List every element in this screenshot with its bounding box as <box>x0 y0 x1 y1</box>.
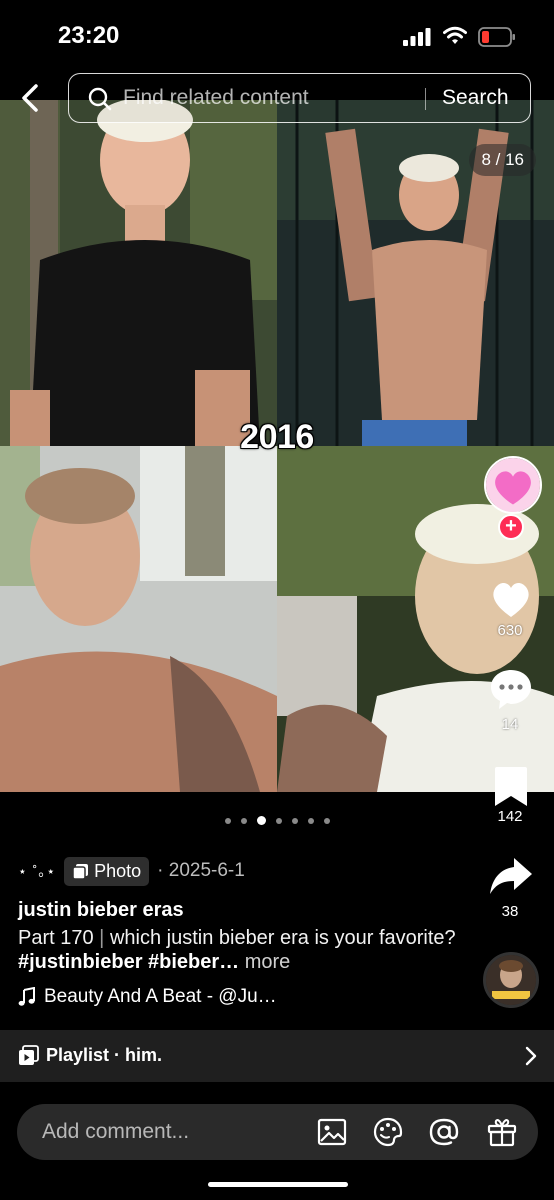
bookmark-button[interactable] <box>488 764 534 810</box>
creator-avatar[interactable] <box>484 456 542 514</box>
comment-bar[interactable]: Add comment... <box>17 1104 538 1160</box>
follow-button[interactable]: + <box>498 514 524 540</box>
gift-icon[interactable] <box>486 1116 518 1148</box>
carousel-dot <box>240 817 247 824</box>
music-title: Beauty And A Beat - @Ju… <box>44 986 277 1007</box>
photo-badge-label: Photo <box>94 860 142 881</box>
like-button[interactable] <box>488 576 534 622</box>
emoji-icon[interactable] <box>372 1116 404 1148</box>
search-icon <box>88 87 112 111</box>
like-count: 630 <box>497 622 523 639</box>
image-icon[interactable] <box>316 1116 348 1148</box>
photo-icon <box>72 863 89 880</box>
mention-icon[interactable] <box>428 1116 460 1148</box>
carousel-dot <box>323 817 330 824</box>
photo-badge[interactable]: Photo <box>64 856 150 886</box>
back-button[interactable] <box>14 80 48 116</box>
post-date: · 2025-6-1 <box>157 860 245 881</box>
music-note-icon <box>18 987 35 1006</box>
caption-part: Part 170 <box>18 927 94 949</box>
music-disc[interactable] <box>483 952 539 1008</box>
home-indicator <box>208 1182 348 1187</box>
collage-photo-top-left <box>0 100 277 446</box>
carousel-dot <box>275 817 282 824</box>
page-counter: 8 / 16 <box>469 144 536 176</box>
author-name[interactable]: justin bieber eras <box>18 899 184 922</box>
comment-button[interactable] <box>488 666 534 712</box>
search-bar[interactable]: Find related content Search <box>68 73 531 123</box>
comment-input[interactable]: Add comment... <box>42 1120 189 1144</box>
carousel-dots <box>0 812 554 826</box>
share-button[interactable] <box>488 854 534 900</box>
search-input[interactable]: Find related content <box>123 86 309 110</box>
status-time: 23:20 <box>58 22 120 49</box>
decoration-text: ⋆ ˚｡⋆ <box>18 863 57 879</box>
carousel-dot <box>224 817 231 824</box>
signal-icon <box>403 28 431 46</box>
caption[interactable]: Part 170 | which justin bieber era is yo… <box>18 926 458 974</box>
more-button[interactable]: more <box>245 951 291 973</box>
caption-separator: | <box>99 927 105 949</box>
carousel-dot <box>291 817 298 824</box>
comment-count: 14 <box>501 716 519 733</box>
caption-hashtags[interactable]: #justinbieber #bieber… <box>18 951 239 973</box>
share-count: 38 <box>501 903 519 920</box>
carousel-dot-active <box>256 816 266 826</box>
avatar-heart-icon <box>486 458 540 512</box>
caption-text: which justin bieber era is your favorite… <box>109 927 456 949</box>
music-row[interactable]: Beauty And A Beat - @Ju… <box>18 986 277 1008</box>
playlist-icon <box>19 1045 39 1065</box>
carousel-dot <box>307 817 314 824</box>
playlist-label: Playlist · him. <box>46 1045 163 1065</box>
album-cover-icon <box>486 955 536 1005</box>
battery-icon <box>478 27 515 47</box>
playlist-bar[interactable]: Playlist · him. <box>0 1030 554 1082</box>
meta-row: ⋆ ˚｡⋆ Photo · 2025-6-1 <box>18 855 245 887</box>
search-button[interactable]: Search <box>442 86 509 110</box>
wifi-icon <box>443 26 467 44</box>
chevron-right-icon <box>525 1046 537 1066</box>
photo-collage[interactable]: 2016 8 / 16 <box>0 100 554 792</box>
collage-photo-bottom-left <box>0 446 277 792</box>
search-divider <box>425 88 426 110</box>
status-bar: 23:20 <box>0 0 554 74</box>
overlay-caption: 2016 <box>240 418 314 456</box>
